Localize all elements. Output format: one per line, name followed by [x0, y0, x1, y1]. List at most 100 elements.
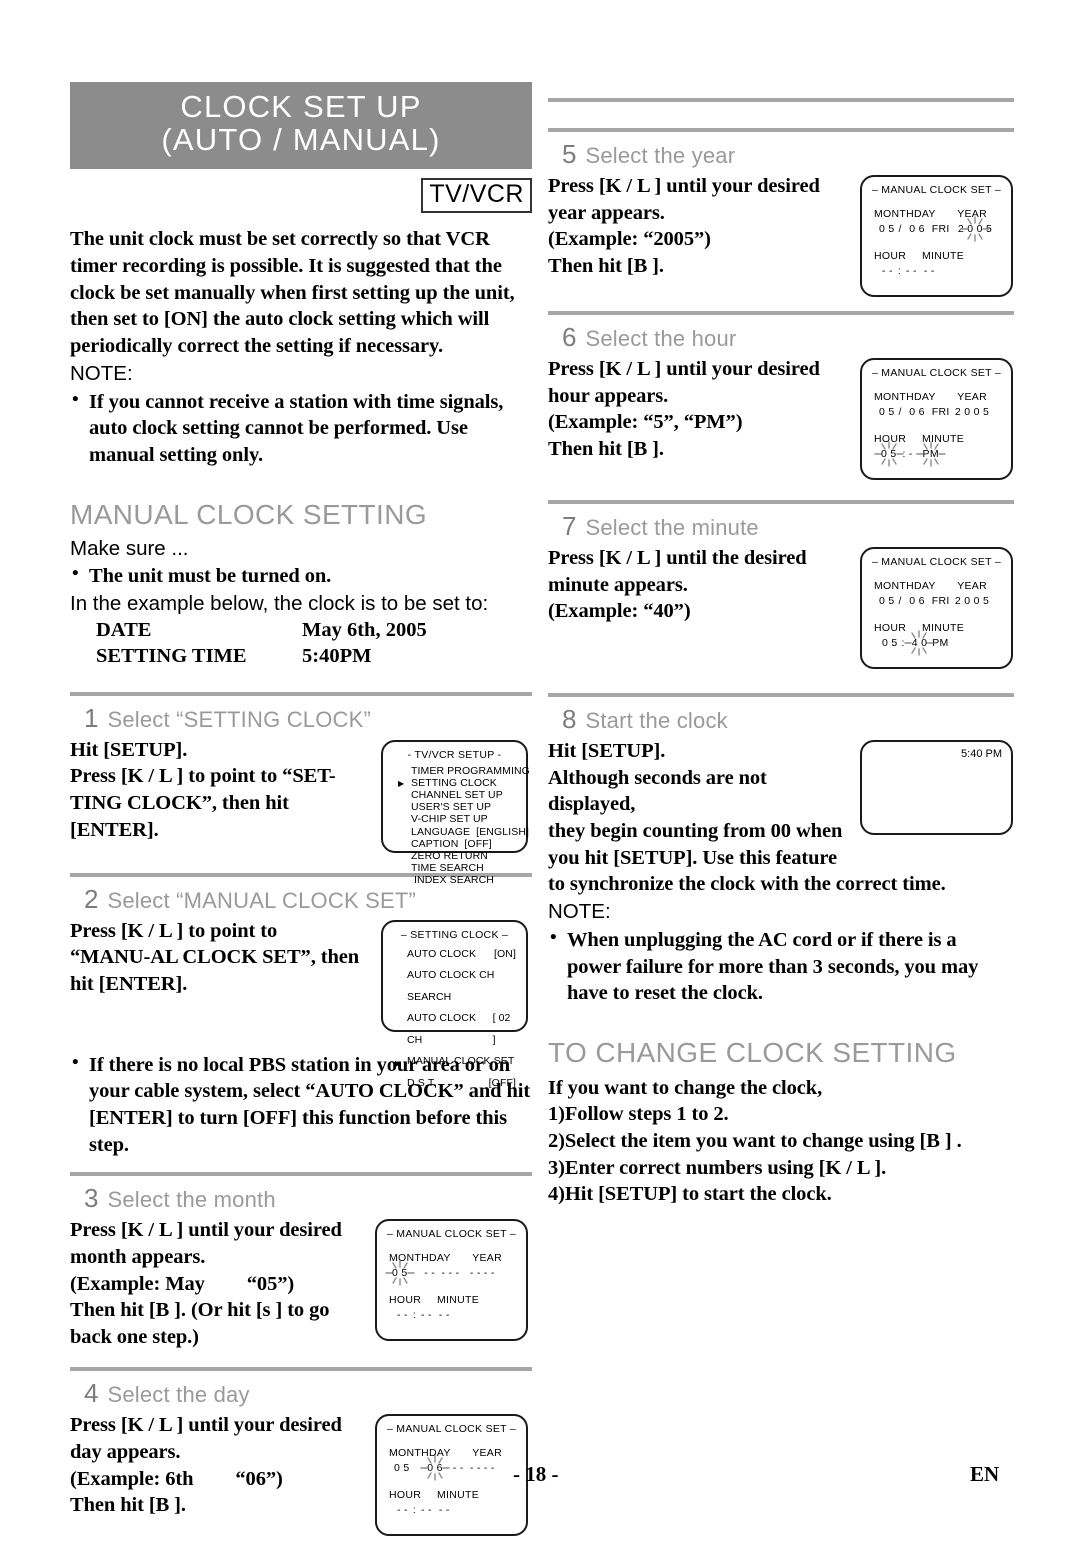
date-separator: /: [898, 223, 902, 235]
osd-menu-item[interactable]: AUTO CLOCK [ON]: [407, 944, 516, 966]
step-3-body: Press [K / L ] until your desired month …: [70, 1217, 532, 1351]
column-header-year: YEAR: [957, 208, 987, 220]
osd-menu-item[interactable]: LANGUAGE [ENGLISH]: [411, 826, 529, 838]
osd-menu-item-label: TIMER PROGRAMMING: [411, 764, 530, 777]
osd-menu-item-label: V-CHIP SET UP: [411, 813, 488, 826]
step-label: Select the month: [107, 1187, 276, 1213]
step-5-line1: Press [K / L ] until your desired year a…: [548, 175, 820, 224]
divider: [548, 693, 1014, 697]
value-weekday: FRI: [931, 406, 950, 418]
osd-menu-list: TIMER PROGRAMMING ▶ SETTING CLOCK CHANNEL…: [383, 765, 530, 887]
osd-title: - TV/VCR SETUP -: [407, 748, 502, 761]
osd-menu-item[interactable]: USER'S SET UP: [411, 801, 526, 813]
step-number: 2: [84, 883, 99, 914]
value-ampm: PM: [922, 448, 939, 460]
column-header-month: MONTH: [874, 208, 914, 220]
step-4-line1: Press [K / L ] until your desired day ap…: [70, 1414, 342, 1463]
osd-menu-item[interactable]: CHANNEL SET UP: [411, 789, 526, 801]
osd-grid-values-2: 0 5 : - - PM: [874, 441, 999, 467]
osd-title: – MANUAL CLOCK SET –: [386, 1228, 517, 1241]
osd-menu-item-label: AUTO CLOCK: [407, 947, 477, 960]
step-7-line1: Press [K / L ] until the desired minute …: [548, 547, 807, 596]
row-value: 5:40PM: [302, 645, 372, 668]
osd-menu-item[interactable]: ZERO RETURN: [411, 850, 526, 862]
step-label: Select “SETTING CLOCK”: [107, 706, 372, 732]
value-day: 0 6: [909, 406, 925, 418]
step-number: 7: [562, 511, 577, 541]
step-8-line2c: you hit [SETUP]. Use this feature: [548, 846, 838, 869]
value-year: 2 0 0 5: [957, 223, 993, 235]
table-row: DATE May 6th, 2005: [96, 617, 532, 643]
column-header-month: MONTH: [874, 580, 914, 592]
osd-grid-values: 0 5/ 0 6 FRI 2 0 0 5: [874, 406, 999, 418]
column-header-hour: HOUR: [874, 622, 907, 634]
osd-menu-item[interactable]: V-CHIP SET UP: [411, 813, 526, 825]
osd-manual-clock-set-month: – MANUAL CLOCK SET – MONTH DAY YEAR 0 5 …: [375, 1219, 528, 1342]
step-label: Select the day: [107, 1382, 250, 1408]
step-8-header: 8 Start the clock: [548, 704, 1014, 735]
osd-menu-item[interactable]: AUTO CLOCK CH [ 02 ]: [407, 1008, 516, 1051]
to-change-clock-setting-heading: TO CHANGE CLOCK SETTING: [548, 1036, 957, 1068]
value-month: 0 5: [879, 223, 895, 235]
step-5-line3: Then hit [B ].: [548, 254, 664, 277]
value-year: 2 0 0 5: [954, 406, 990, 418]
osd-menu-item-value: [ON]: [494, 947, 516, 960]
osd-grid-header: MONTH DAY YEAR: [874, 391, 999, 403]
osd-grid-header: MONTH DAY YEAR: [389, 1447, 514, 1459]
value-hour: - -: [397, 1504, 408, 1517]
step-6-header: 6 Select the hour: [548, 322, 1014, 353]
intro-note-bullet: If you cannot receive a station with tim…: [70, 388, 532, 469]
step-8-note-bullet: When unplugging the AC cord or if there …: [548, 926, 1014, 1007]
column-header-year: YEAR: [957, 580, 987, 592]
osd-menu-item[interactable]: ▶ SETTING CLOCK: [398, 777, 526, 789]
osd-menu-item[interactable]: CAPTION [OFF]: [411, 838, 526, 850]
column-header-hour: HOUR: [389, 1294, 422, 1307]
osd-title: – SETTING CLOCK –: [400, 928, 509, 941]
step-7-header: 7 Select the minute: [548, 511, 1014, 542]
osd-grid-values: 0 5/ 0 6 FRI 2 0 0 5: [874, 595, 999, 607]
page-title-line1: CLOCK SET UP: [180, 89, 422, 124]
divider: [548, 128, 1014, 132]
osd-grid-header-2: HOUR MINUTE: [874, 433, 999, 445]
column-header-month: MONTH: [874, 391, 914, 403]
column-header-day: DAY: [914, 391, 936, 403]
osd-grid-header: MONTH DAY YEAR: [389, 1252, 514, 1264]
column-header-minute: MINUTE: [922, 622, 965, 634]
step-5-body: Press [K / L ] until your desired year a…: [548, 173, 1014, 301]
value-day: 0 6: [909, 595, 925, 607]
value-weekday: FRI: [931, 595, 950, 607]
step-label: Select the year: [585, 143, 736, 168]
step-8-line2d: to synchronize the clock with the correc…: [548, 873, 946, 896]
step-6-line2: (Example: “5”, “PM”): [548, 411, 743, 434]
osd-menu-item[interactable]: AUTO CLOCK CH SEARCH: [407, 965, 516, 1008]
step-1-header: 1 Select “SETTING CLOCK”: [70, 703, 532, 734]
badge-row: TV/VCR: [70, 177, 532, 214]
step-1-line2: Press [K / L ] to point to “SET-TING CLO…: [70, 765, 336, 841]
column-header-year: YEAR: [957, 391, 987, 403]
column-header-hour: HOUR: [874, 433, 907, 445]
column-header-day: DAY: [914, 580, 936, 592]
change-lead: If you want to change the clock,: [548, 1076, 823, 1099]
step-2-line1: Press [K / L ] to point to “MANU-AL CLOC…: [70, 919, 360, 995]
osd-menu-item-label: CAPTION [OFF]: [411, 837, 492, 850]
value-minute: 4 0: [911, 637, 928, 649]
osd-menu-item-label: USER'S SET UP: [411, 801, 492, 814]
intro-paragraph: The unit clock must be set correctly so …: [70, 228, 515, 357]
step-label: Select “MANUAL CLOCK SET”: [107, 887, 417, 913]
osd-menu-item[interactable]: TIMER PROGRAMMING: [411, 765, 530, 777]
step-8-line2a: Although seconds are not displayed,: [548, 766, 767, 816]
divider: [548, 500, 1014, 504]
divider: [70, 1367, 532, 1372]
step-4-header: 4 Select the day: [70, 1378, 532, 1409]
column-header-hour: HOUR: [389, 1489, 422, 1502]
osd-menu-item[interactable]: INDEX SEARCH: [411, 874, 526, 886]
value-hour: 0 5: [881, 448, 897, 460]
osd-menu-item[interactable]: TIME SEARCH: [411, 862, 526, 874]
step-3-line1: Press [K / L ] until your desired month …: [70, 1219, 342, 1268]
value-weekday: - - -: [441, 1267, 460, 1280]
step-8-line2b: they begin counting from 00 when: [548, 819, 843, 842]
step-4-line3: Then hit [B ].: [70, 1494, 186, 1517]
time-separator: :: [412, 1504, 417, 1517]
osd-grid-values: 0 5 0 6- - - - - - -: [389, 1455, 514, 1481]
osd-clock-grid: MONTH DAY YEAR 0 5 0 6- - - - - - - HOUR…: [377, 1447, 526, 1516]
